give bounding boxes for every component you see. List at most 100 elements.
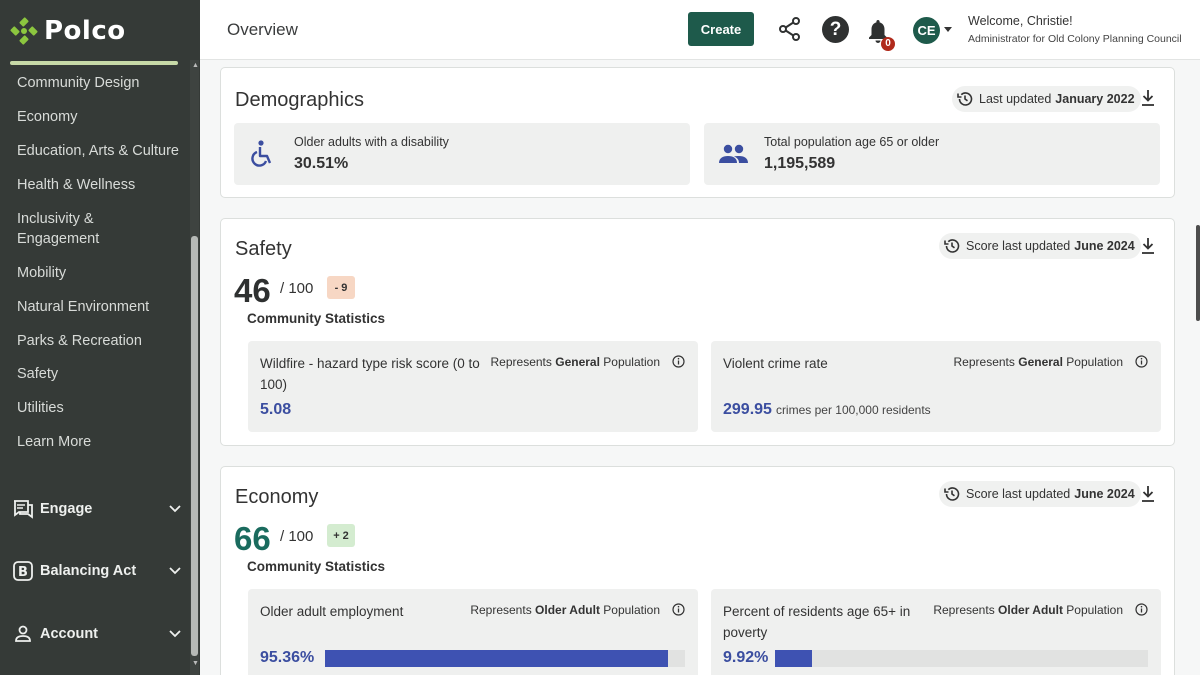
community-statistics-title: Community Statistics [247, 311, 386, 326]
stat-name: Percent of residents age 65+ in poverty [723, 604, 911, 640]
history-icon [944, 487, 960, 501]
svg-text:B: B [18, 565, 28, 580]
rep-suffix: Population [603, 603, 660, 617]
stat-name: Older adult employment [260, 604, 404, 619]
create-button[interactable]: Create [688, 12, 754, 46]
scroll-down-arrow-icon[interactable]: ▼ [192, 660, 199, 667]
stat-value: 9.92% [723, 649, 768, 667]
demographic-value: 30.51% [294, 155, 349, 172]
sidebar-item-education[interactable]: Education, Arts & Culture [17, 141, 182, 161]
info-icon[interactable] [672, 355, 685, 368]
user-avatar[interactable]: CE [913, 17, 940, 44]
stat-number: 9.92% [723, 649, 769, 666]
rep-prefix: Represents [490, 355, 552, 369]
stat-number: 299.95 [723, 401, 772, 418]
chevron-down-icon [169, 630, 181, 638]
download-icon[interactable] [1140, 237, 1156, 255]
stat-name: Wildfire - hazard type risk score (0 to … [260, 356, 480, 392]
rep-group: Older Adult [998, 603, 1063, 617]
demographic-label: Older adults with a disability [294, 135, 449, 149]
community-stat: Violent crime rate Represents General Po… [711, 341, 1161, 432]
progress-bar [325, 650, 685, 667]
balancing-act-icon: B [12, 560, 34, 582]
person-icon [12, 623, 34, 645]
sidebar-item-parks[interactable]: Parks & Recreation [17, 331, 182, 351]
help-icon[interactable]: ? [822, 16, 849, 43]
sidebar-item-economy[interactable]: Economy [17, 107, 182, 127]
community-stat: Percent of residents age 65+ in poverty … [711, 589, 1161, 675]
demographics-card: Demographics Last updated January 2022 Ol… [220, 67, 1175, 198]
economy-score: 66 [234, 520, 271, 557]
safety-card: Safety Score last updated June 2024 46 / … [220, 218, 1175, 446]
share-icon[interactable] [778, 17, 802, 41]
score-change-badge: - 9 [327, 276, 355, 299]
stat-number: 5.08 [260, 401, 292, 418]
updated-prefix: Last updated [979, 92, 1052, 106]
history-icon [957, 92, 973, 106]
progress-bar [775, 650, 1148, 667]
welcome-message: Welcome, Christie! [968, 14, 1073, 28]
rep-suffix: Population [1066, 355, 1123, 369]
chat-icon [12, 498, 34, 520]
sidebar-item-community-design[interactable]: Community Design [17, 73, 182, 93]
stat-unit: crimes per 100,000 residents [775, 403, 931, 417]
updated-prefix: Score last updated [966, 239, 1071, 253]
sidebar-item-health[interactable]: Health & Wellness [17, 175, 182, 195]
sidebar-group-balancing-act[interactable]: B Balancing Act [12, 558, 182, 584]
updated-date: June 2024 [1074, 487, 1135, 501]
updated-prefix: Score last updated [966, 487, 1071, 501]
download-icon[interactable] [1140, 89, 1156, 107]
sidebar-item-inclusivity[interactable]: Inclusivity & Engagement [17, 209, 137, 249]
economy-title: Economy [235, 486, 319, 508]
sidebar-group-label: Account [40, 626, 98, 642]
community-stat: Older adult employment Represents Older … [248, 589, 698, 675]
history-icon [944, 239, 960, 253]
stat-value: 299.95 crimes per 100,000 residents [723, 401, 931, 419]
rep-prefix: Represents [953, 355, 1015, 369]
download-icon[interactable] [1140, 485, 1156, 503]
score-change-badge: + 2 [327, 524, 355, 547]
avatar-dropdown-caret-icon[interactable] [944, 27, 952, 32]
sidebar-item-mobility[interactable]: Mobility [17, 263, 182, 283]
stat-value: 95.36% [260, 649, 314, 667]
population-represented: Represents General Population [491, 355, 660, 369]
logo-underline [10, 61, 178, 65]
top-header: Overview Create ? 0 CE Welcome, Christie… [200, 0, 1200, 60]
people-icon [719, 144, 748, 163]
community-statistics-title: Community Statistics [247, 559, 386, 574]
info-icon[interactable] [1135, 355, 1148, 368]
community-stat: Wildfire - hazard type risk score (0 to … [248, 341, 698, 432]
safety-title: Safety [235, 238, 292, 260]
info-icon[interactable] [1135, 603, 1148, 616]
demographic-stat: Older adults with a disability 30.51% [234, 123, 690, 185]
rep-group: General [1018, 355, 1063, 369]
rep-prefix: Represents [933, 603, 995, 617]
sidebar-scroll-thumb[interactable] [191, 236, 198, 656]
sidebar-item-natural-environment[interactable]: Natural Environment [17, 297, 182, 317]
sidebar-group-engage[interactable]: Engage [12, 496, 182, 522]
economy-card: Economy Score last updated June 2024 66 /… [220, 466, 1175, 675]
population-represented: Represents General Population [954, 355, 1123, 369]
rep-group: Older Adult [535, 603, 600, 617]
score-max: / 100 [280, 528, 314, 545]
main-scrollbar[interactable] [1190, 60, 1200, 675]
stat-value: 5.08 [260, 401, 291, 419]
sidebar: Polco Community Design Economy Education… [0, 0, 200, 675]
user-role: Administrator for Old Colony Planning Co… [968, 33, 1182, 45]
demographic-stat: Total population age 65 or older 1,195,5… [704, 123, 1160, 185]
progress-bar-fill [325, 650, 669, 667]
polco-logo[interactable]: Polco [10, 14, 126, 48]
sidebar-item-learn-more[interactable]: Learn More [17, 432, 182, 452]
sidebar-item-safety[interactable]: Safety [17, 364, 182, 384]
page-title: Overview [227, 20, 298, 39]
info-icon[interactable] [672, 603, 685, 616]
demographic-value: 1,195,589 [764, 155, 836, 172]
score-updated-pill: Score last updated June 2024 [939, 233, 1141, 259]
chevron-down-icon [169, 567, 181, 575]
sidebar-item-utilities[interactable]: Utilities [17, 398, 182, 418]
score-updated-pill: Score last updated June 2024 [939, 481, 1141, 507]
scroll-up-arrow-icon[interactable]: ▲ [192, 62, 199, 69]
accessibility-icon [251, 140, 272, 167]
sidebar-group-account[interactable]: Account [12, 621, 182, 647]
main-scroll-thumb[interactable] [1196, 225, 1200, 321]
